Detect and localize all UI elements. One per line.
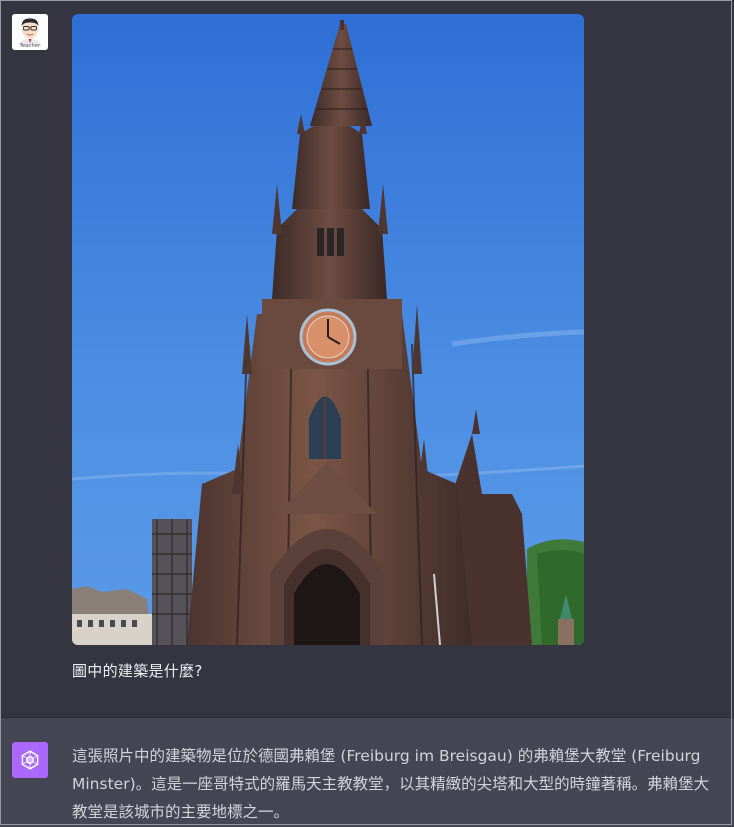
user-prompt-text: 圖中的建築是什麼? <box>72 662 203 680</box>
openai-logo-icon <box>21 750 39 770</box>
assistant-response-text: 這張照片中的建築物是位於德國弗賴堡 (Freiburg im Breisgau)… <box>72 747 710 821</box>
user-message-row: Teacher 圖中的建築是什麼? <box>0 0 734 717</box>
cathedral-photo <box>72 14 584 645</box>
assistant-avatar <box>12 742 48 778</box>
user-avatar-caption: Teacher <box>19 43 41 49</box>
user-avatar: Teacher <box>12 14 48 50</box>
uploaded-image[interactable] <box>72 14 584 645</box>
